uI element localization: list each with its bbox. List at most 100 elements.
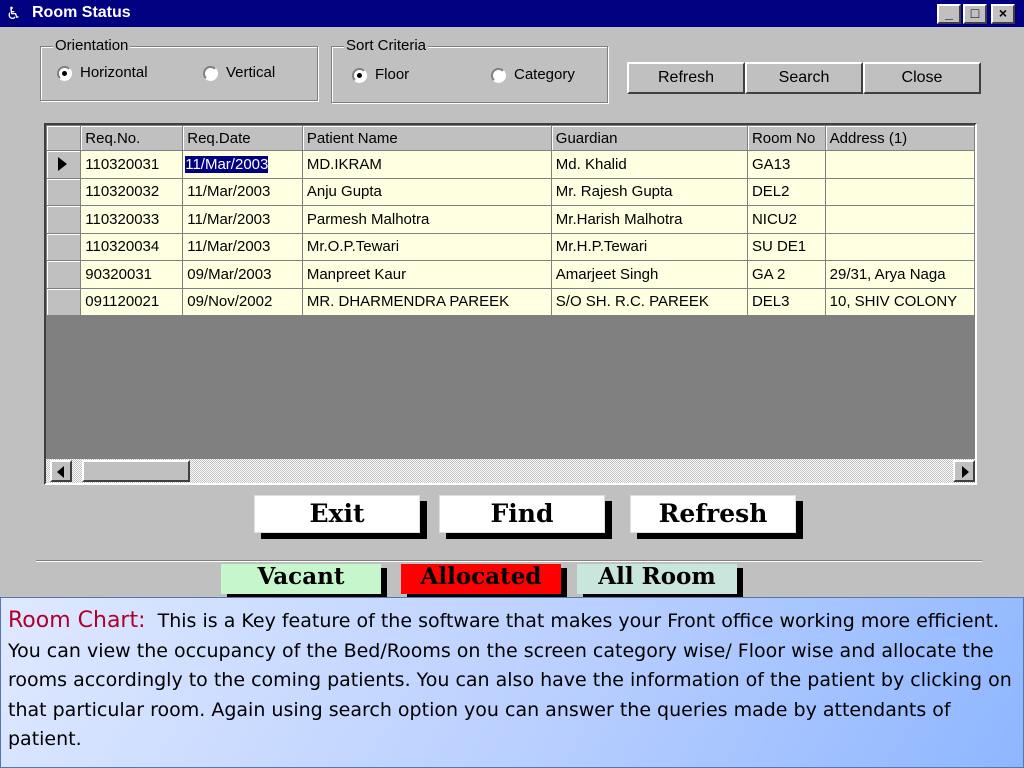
cell-address[interactable]	[824, 205, 975, 234]
column-header[interactable]: Guardian	[550, 125, 748, 151]
cell-address[interactable]: 10, SHIV COLONY	[824, 287, 975, 316]
radio-vertical-label: Vertical	[226, 64, 276, 81]
radio-vertical[interactable]: Vertical	[203, 63, 303, 83]
radio-horizontal[interactable]: Horizontal	[57, 63, 177, 83]
cell-req-date[interactable]: 09/Nov/2002	[182, 287, 303, 316]
cell-req-no[interactable]: 110320034	[80, 232, 184, 261]
cell-room-no[interactable]: GA 2	[746, 260, 826, 289]
row-selector[interactable]	[46, 205, 82, 234]
refresh-big-button[interactable]: Refresh	[630, 495, 796, 533]
cell-patient-name[interactable]: MR. DHARMENDRA PAREEK	[301, 287, 552, 316]
room-status-table: Req.No. Req.Date Patient Name Guardian R…	[46, 125, 975, 316]
cell-req-no[interactable]: 110320031	[80, 150, 184, 179]
radio-dot-icon	[352, 68, 367, 83]
row-selector[interactable]	[46, 177, 82, 206]
radio-horizontal-label: Horizontal	[80, 64, 148, 81]
table-row[interactable]: 110320031 11/Mar/2003 MD.IKRAM Md. Khali…	[46, 150, 975, 179]
cell-req-no[interactable]: 110320032	[80, 177, 184, 206]
room-status-grid[interactable]: Req.No. Req.Date Patient Name Guardian R…	[44, 123, 977, 485]
maximize-button[interactable]: □	[963, 4, 987, 24]
cell-req-date[interactable]: 11/Mar/2003	[182, 232, 303, 261]
vacant-tab[interactable]: Vacant	[221, 564, 381, 594]
wheelchair-icon: ♿	[6, 4, 22, 24]
cell-guardian[interactable]: Amarjeet Singh	[550, 260, 748, 289]
cell-room-no[interactable]: SU DE1	[746, 232, 826, 261]
cell-req-no[interactable]: 90320031	[80, 260, 184, 289]
cell-address[interactable]	[824, 177, 975, 206]
separator	[36, 560, 982, 562]
row-selector[interactable]	[46, 232, 82, 261]
column-header[interactable]: Req.No.	[80, 125, 184, 151]
selected-cell-text: 11/Mar/2003	[185, 155, 269, 173]
sort-criteria-group: Sort Criteria Floor Category	[331, 37, 608, 103]
close-window-button[interactable]: ×	[991, 4, 1015, 24]
minimize-button[interactable]: _	[937, 4, 961, 24]
radio-floor[interactable]: Floor	[352, 65, 452, 85]
close-button[interactable]: Close	[863, 62, 981, 94]
cell-address[interactable]: 29/31, Arya Naga	[824, 260, 975, 289]
horizontal-scrollbar[interactable]	[46, 459, 975, 483]
scroll-left-button[interactable]	[50, 460, 72, 482]
cell-guardian[interactable]: Md. Khalid	[550, 150, 748, 179]
radio-category[interactable]: Category	[491, 65, 601, 85]
arrow-left-icon	[57, 466, 64, 478]
cell-req-date[interactable]: 11/Mar/2003	[182, 205, 303, 234]
cell-patient-name[interactable]: Anju Gupta	[301, 177, 552, 206]
radio-dot-icon	[57, 66, 72, 81]
cell-patient-name[interactable]: MD.IKRAM	[301, 150, 552, 179]
radio-dot-icon	[491, 68, 506, 83]
row-selector[interactable]	[46, 287, 82, 316]
cell-room-no[interactable]: GA13	[746, 150, 826, 179]
cell-room-no[interactable]: DEL2	[746, 177, 826, 206]
table-row[interactable]: 110320034 11/Mar/2003 Mr.O.P.Tewari Mr.H…	[46, 232, 975, 261]
orientation-legend: Orientation	[53, 37, 131, 54]
cell-patient-name[interactable]: Mr.O.P.Tewari	[301, 232, 552, 261]
table-row[interactable]: 90320031 09/Mar/2003 Manpreet Kaur Amarj…	[46, 260, 975, 289]
refresh-button[interactable]: Refresh	[627, 62, 745, 94]
cell-req-date[interactable]: 09/Mar/2003	[182, 260, 303, 289]
column-header[interactable]: Patient Name	[301, 125, 552, 151]
cell-req-date[interactable]: 11/Mar/2003	[182, 150, 303, 179]
scroll-right-button[interactable]	[953, 460, 975, 482]
column-header[interactable]: Req.Date	[182, 125, 303, 151]
sort-criteria-legend: Sort Criteria	[344, 37, 429, 54]
cell-patient-name[interactable]: Manpreet Kaur	[301, 260, 552, 289]
exit-button[interactable]: Exit	[254, 495, 420, 533]
column-header[interactable]: Address (1)	[824, 125, 975, 151]
current-row-arrow-icon[interactable]	[46, 150, 82, 179]
search-button[interactable]: Search	[745, 62, 863, 94]
radio-dot-icon	[203, 66, 218, 81]
cell-req-date[interactable]: 11/Mar/2003	[182, 177, 303, 206]
table-row[interactable]: 091120021 09/Nov/2002 MR. DHARMENDRA PAR…	[46, 287, 975, 316]
cell-patient-name[interactable]: Parmesh Malhotra	[301, 205, 552, 234]
all-room-tab[interactable]: All Room	[577, 564, 737, 594]
cell-req-no[interactable]: 091120021	[80, 287, 184, 316]
caption-lead: Room Chart:	[8, 608, 146, 633]
table-row[interactable]: 110320033 11/Mar/2003 Parmesh Malhotra M…	[46, 205, 975, 234]
cell-address[interactable]	[824, 150, 975, 179]
description-caption: Room Chart: This is a Key feature of the…	[0, 597, 1024, 768]
radio-floor-label: Floor	[375, 66, 410, 83]
title-bar: ♿ Room Status _ □ ×	[0, 0, 1024, 27]
cell-guardian[interactable]: Mr.Harish Malhotra	[550, 205, 748, 234]
caption-body: This is a Key feature of the software th…	[8, 610, 1012, 750]
cell-guardian[interactable]: Mr.H.P.Tewari	[550, 232, 748, 261]
column-header[interactable]: Room No	[746, 125, 826, 151]
radio-category-label: Category	[514, 66, 575, 83]
cell-address[interactable]	[824, 232, 975, 261]
cell-req-no[interactable]: 110320033	[80, 205, 184, 234]
table-header-row: Req.No. Req.Date Patient Name Guardian R…	[46, 125, 975, 151]
row-selector[interactable]	[46, 260, 82, 289]
window-title: Room Status	[32, 4, 131, 21]
cell-guardian[interactable]: Mr. Rajesh Gupta	[550, 177, 748, 206]
arrow-right-icon	[962, 466, 969, 478]
allocated-tab[interactable]: Allocated	[401, 564, 561, 594]
row-selector-header	[46, 125, 82, 151]
cell-room-no[interactable]: DEL3	[746, 287, 826, 316]
table-row[interactable]: 110320032 11/Mar/2003 Anju Gupta Mr. Raj…	[46, 177, 975, 206]
orientation-group: Orientation Horizontal Vertical	[40, 37, 318, 101]
cell-guardian[interactable]: S/O SH. R.C. PAREEK	[550, 287, 748, 316]
cell-room-no[interactable]: NICU2	[746, 205, 826, 234]
find-button[interactable]: Find	[439, 495, 605, 533]
scroll-thumb[interactable]	[82, 460, 190, 482]
